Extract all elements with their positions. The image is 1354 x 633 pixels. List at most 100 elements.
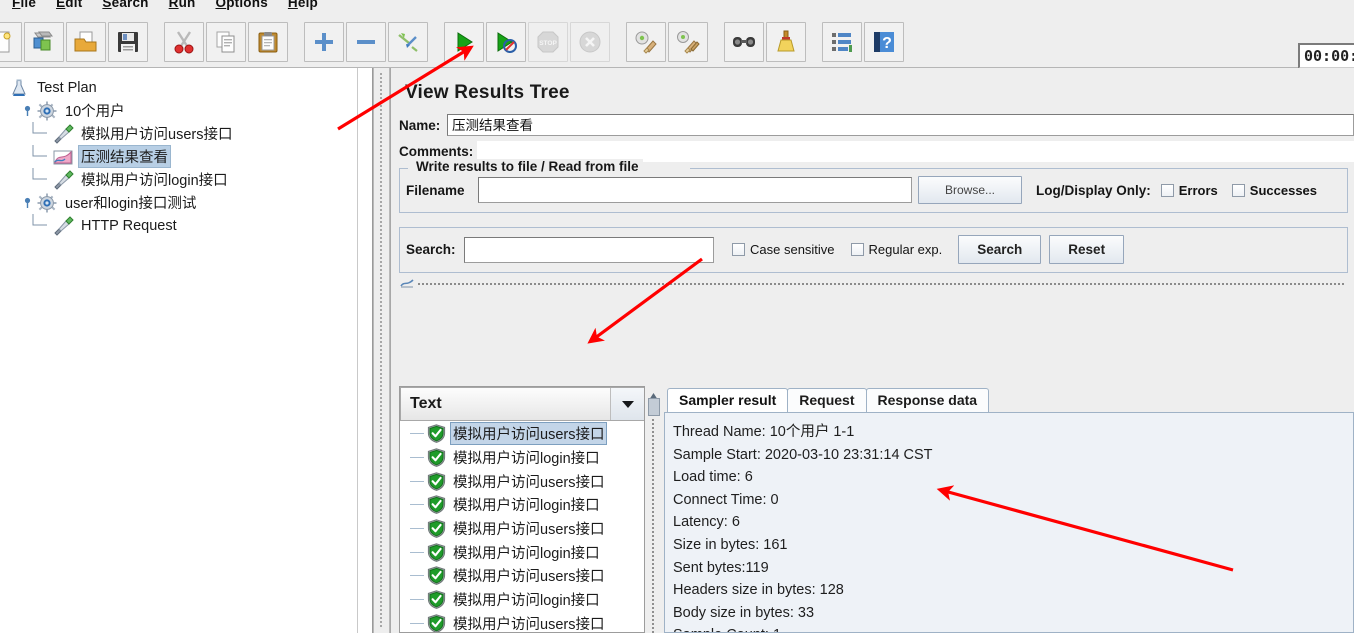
clear-all-icon[interactable]	[668, 21, 708, 62]
tree-node-test-plan[interactable]: Test Plan	[6, 76, 372, 99]
help-icon[interactable]: ?	[864, 21, 904, 62]
name-row: Name: 压测结果查看	[391, 114, 1354, 136]
menu-item-search[interactable]: Search	[92, 0, 158, 12]
menu-edit-rest: dit	[65, 0, 83, 10]
paste-icon[interactable]	[248, 21, 288, 62]
sample-result-row[interactable]: 模拟用户访问users接口	[400, 469, 644, 493]
successes-checkbox[interactable]	[1231, 183, 1245, 197]
filename-row: Filename Browse... Log/Display Only: Err…	[406, 176, 1341, 204]
templates-icon[interactable]	[24, 21, 64, 62]
results-list-scrollbar[interactable]	[646, 386, 660, 633]
new-icon[interactable]	[0, 21, 22, 62]
tree-node-thread-group-1[interactable]: 10个用户	[6, 99, 372, 122]
shutdown-icon[interactable]	[570, 21, 610, 62]
start-no-pauses-icon[interactable]	[486, 21, 526, 62]
tree-node-http-login[interactable]: 模拟用户访问login接口	[6, 168, 372, 191]
menu-item-edit[interactable]: Edit	[46, 0, 92, 12]
tab-response-data[interactable]: Response data	[865, 388, 990, 412]
tree-node-http-request[interactable]: HTTP Request	[6, 214, 372, 237]
search-row: Search: Case sensitive Regular exp. Sear…	[406, 235, 1341, 264]
comments-label: Comments:	[399, 144, 474, 159]
tree-node-http-users[interactable]: 模拟用户访问users接口	[6, 122, 372, 145]
success-shield-icon	[427, 566, 446, 586]
sample-result-row[interactable]: 模拟用户访问users接口	[400, 517, 644, 541]
jmeter-window: File Edit Search Run Options Help STOP ?…	[0, 0, 1354, 633]
success-shield-icon	[427, 543, 446, 562]
errors-checkbox[interactable]	[1160, 183, 1174, 197]
tree-connector	[410, 433, 424, 435]
menu-bar: File Edit Search Run Options Help	[0, 0, 1354, 13]
reset-button[interactable]: Reset	[1049, 235, 1125, 264]
search-button[interactable]: Search	[958, 235, 1042, 264]
expand-handle-icon[interactable]	[22, 197, 33, 208]
sample-result-row[interactable]: 模拟用户访问users接口	[400, 422, 644, 446]
test-plan-tree: Test Plan 10个用户 模拟用户访问users接口 压测结果查看 模拟用…	[0, 68, 372, 237]
menu-item-file[interactable]: File	[2, 0, 46, 12]
sampler-result-line: Connect Time: 0	[673, 491, 779, 508]
menu-item-run[interactable]: Run	[159, 0, 206, 12]
main-split: Test Plan 10个用户 模拟用户访问users接口 压测结果查看 模拟用…	[0, 68, 1354, 633]
sampler-result-line: Load time: 6	[673, 469, 753, 486]
success-shield-icon	[427, 424, 446, 444]
http-request-icon	[52, 123, 74, 144]
collapse-all-icon[interactable]	[346, 21, 386, 62]
sample-detail-panel: Sampler result Request Response data Thr…	[664, 386, 1354, 633]
tree-node-thread-group-2[interactable]: user和login接口测试	[6, 191, 372, 214]
sample-result-row[interactable]: 模拟用户访问login接口	[400, 493, 644, 517]
success-shield-icon	[427, 590, 446, 610]
stop-icon[interactable]: STOP	[528, 21, 568, 62]
chevron-down-icon[interactable]	[610, 388, 644, 420]
case-sensitive-label: Case sensitive	[750, 242, 835, 257]
search-icon[interactable]	[724, 21, 764, 62]
menu-item-options[interactable]: Options	[206, 0, 278, 12]
tab-sampler-result[interactable]: Sampler result	[667, 388, 789, 412]
search-input[interactable]	[464, 236, 714, 263]
case-sensitive-checkbox[interactable]	[732, 243, 745, 256]
sampler-result-content[interactable]: Thread Name: 10个用户 1-1 Sample Start: 2020…	[664, 412, 1354, 633]
scroll-thumb[interactable]	[648, 398, 660, 416]
start-icon[interactable]	[444, 21, 484, 62]
divider-edge-left	[373, 68, 374, 633]
expand-handle-icon[interactable]	[22, 105, 33, 116]
menu-run-mnemonic: R	[168, 0, 179, 10]
sampler-result-line: Latency: 6	[673, 514, 740, 531]
scroll-track[interactable]	[651, 418, 655, 633]
toolbar-group-file	[0, 16, 149, 67]
clear-icon[interactable]	[626, 21, 666, 62]
tree-node-label: 10个用户	[65, 104, 125, 120]
copy-icon[interactable]	[206, 21, 246, 62]
sample-result-row[interactable]: 模拟用户访问login接口	[400, 540, 644, 564]
name-input[interactable]: 压测结果查看	[447, 114, 1354, 136]
save-icon[interactable]	[108, 21, 148, 62]
tab-request[interactable]: Request	[787, 388, 867, 412]
success-shield-icon	[427, 448, 446, 467]
view-results-tree-icon	[52, 147, 74, 167]
reset-search-icon[interactable]	[766, 21, 806, 62]
tree-scrollbar[interactable]	[357, 68, 372, 633]
menu-help-mnemonic: H	[287, 0, 298, 10]
sample-result-row[interactable]: 模拟用户访问users接口	[400, 612, 644, 632]
menu-item-help[interactable]: Help	[278, 0, 328, 12]
search-label: Search:	[406, 242, 456, 257]
cut-icon[interactable]	[164, 21, 204, 62]
sample-result-row[interactable]: 模拟用户访问login接口	[400, 446, 644, 470]
filename-input[interactable]	[478, 177, 912, 203]
toolbar-separator-3	[429, 16, 443, 67]
renderer-combo[interactable]: Text	[400, 387, 644, 421]
split-divider[interactable]	[373, 68, 390, 633]
sample-result-list[interactable]: 模拟用户访问users接口 模拟用户访问login接口 模拟用户访问users接口模…	[400, 422, 644, 632]
open-icon[interactable]	[66, 21, 106, 62]
toggle-icon[interactable]	[388, 21, 428, 62]
sample-result-row[interactable]: 模拟用户访问login接口	[400, 588, 644, 612]
regular-exp-checkbox[interactable]	[850, 243, 864, 256]
tree-connector	[410, 504, 424, 506]
sample-result-label: 模拟用户访问users接口	[453, 569, 605, 586]
toolbar-separator-2	[289, 16, 303, 67]
tree-elbow	[30, 214, 50, 237]
sample-result-row[interactable]: 模拟用户访问users接口	[400, 564, 644, 588]
browse-button[interactable]: Browse...	[918, 176, 1022, 204]
expand-all-icon[interactable]	[304, 21, 344, 62]
tree-node-label: Test Plan	[37, 79, 97, 96]
function-helper-icon[interactable]	[822, 21, 862, 62]
tree-node-view-results-tree[interactable]: 压测结果查看	[6, 145, 372, 168]
